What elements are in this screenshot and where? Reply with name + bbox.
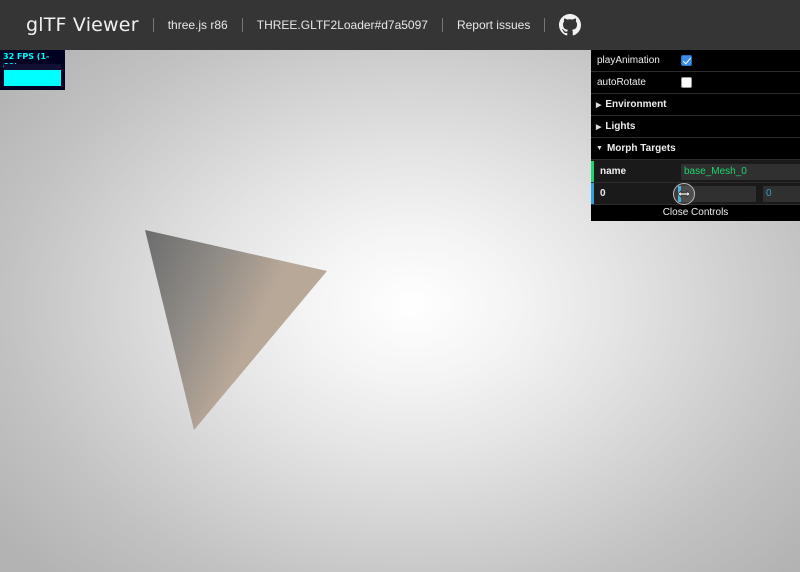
morph-name-label: name <box>600 166 627 177</box>
fps-graph-headroom <box>4 64 61 70</box>
morph-targets-folder[interactable]: ▼ Morph Targets <box>591 138 800 160</box>
play-animation-label: playAnimation <box>597 55 660 66</box>
auto-rotate-checkbox[interactable] <box>681 77 692 88</box>
triangle-mesh <box>145 230 327 430</box>
loader-version-link[interactable]: THREE.GLTF2Loader#d7a5097 <box>257 18 428 32</box>
auto-rotate-row[interactable]: autoRotate <box>591 72 800 94</box>
morph-targets-folder-label: Morph Targets <box>606 143 676 154</box>
app-title: glTF Viewer <box>26 14 139 36</box>
string-controller-marker <box>591 161 594 182</box>
drag-cursor-icon <box>673 183 695 205</box>
play-animation-checkbox[interactable] <box>681 55 692 66</box>
github-icon[interactable] <box>559 14 582 36</box>
app-header: glTF Viewer three.js r86 THREE.GLTF2Load… <box>0 0 800 50</box>
fps-graph <box>4 64 61 86</box>
play-animation-row[interactable]: playAnimation <box>591 50 800 72</box>
environment-folder-label: Environment <box>605 99 667 110</box>
lights-folder-label: Lights <box>605 121 636 132</box>
lights-folder[interactable]: ▶ Lights <box>591 116 800 138</box>
header-divider <box>544 18 546 32</box>
header-divider <box>441 18 443 32</box>
morph-name-row: name base_Mesh_0 <box>591 161 800 183</box>
number-controller-marker <box>591 183 594 204</box>
environment-folder[interactable]: ▶ Environment <box>591 94 800 116</box>
threejs-version-link[interactable]: three.js r86 <box>168 18 228 32</box>
fps-stats-panel[interactable]: 32 FPS (1-60) <box>0 50 65 90</box>
auto-rotate-label: autoRotate <box>597 77 646 88</box>
controls-panel: playAnimation autoRotate ▶ Environment ▶… <box>591 50 800 221</box>
caret-right-icon: ▶ <box>596 101 602 109</box>
morph-name-field[interactable]: base_Mesh_0 <box>681 164 800 180</box>
report-issues-link[interactable]: Report issues <box>457 18 530 32</box>
morph-target-row: 0 0 <box>591 183 800 205</box>
close-controls-button[interactable]: Close Controls <box>591 205 800 221</box>
morph-influence-value[interactable]: 0 <box>763 186 800 202</box>
header-divider <box>152 18 154 32</box>
header-divider <box>241 18 243 32</box>
caret-right-icon: ▶ <box>596 123 602 131</box>
caret-down-icon: ▼ <box>596 145 603 152</box>
